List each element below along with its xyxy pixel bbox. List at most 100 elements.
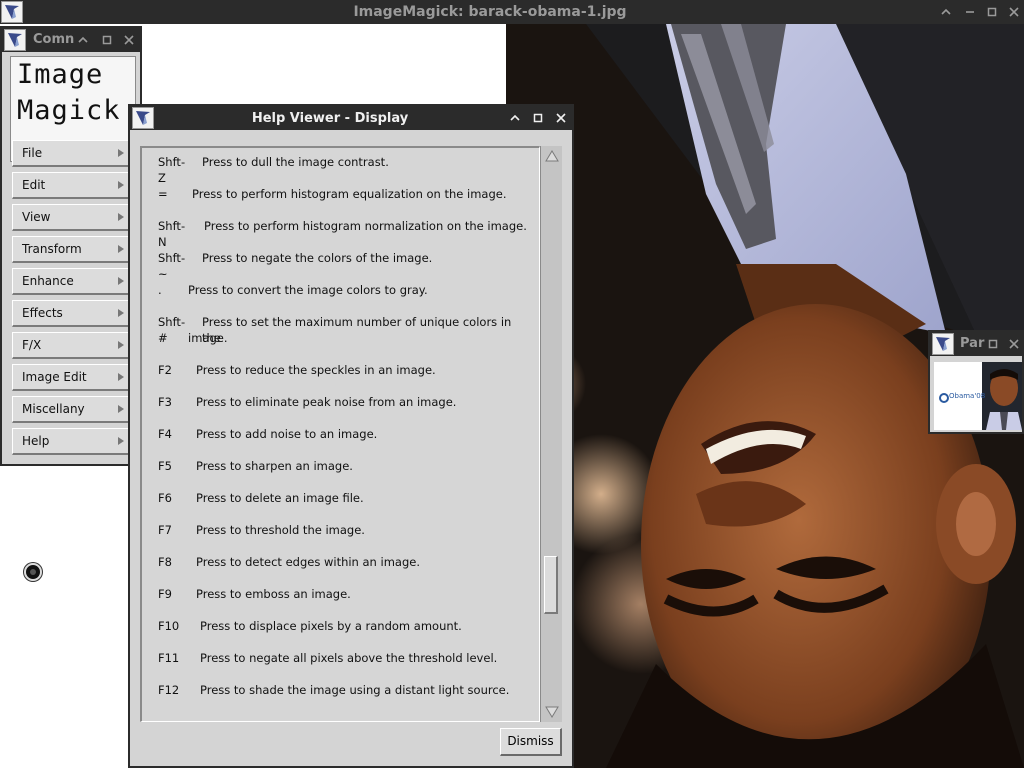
- help-key: F5: [158, 459, 172, 473]
- help-key: =: [158, 187, 168, 201]
- menu-label: Effects: [22, 306, 63, 320]
- help-key: F4: [158, 427, 172, 441]
- help-key: Shft-N: [158, 219, 186, 249]
- pan-window[interactable]: Par Obama'08: [928, 330, 1024, 434]
- close-icon[interactable]: [1006, 336, 1022, 352]
- help-key: F12: [158, 683, 180, 697]
- help-key: F11: [158, 651, 180, 665]
- help-scrollbar[interactable]: [540, 146, 562, 722]
- arrow-right-icon: [118, 405, 124, 413]
- help-key: F3: [158, 395, 172, 409]
- help-desc: Press to delete an image file.: [196, 491, 364, 505]
- help-key: F7: [158, 523, 172, 537]
- menu-enhance-button[interactable]: Enhance: [12, 268, 130, 295]
- menu-file-button[interactable]: File: [12, 140, 130, 167]
- imagemagick-logo-icon[interactable]: [932, 333, 954, 355]
- help-key: Shft-Z: [158, 155, 186, 185]
- help-desc: Press to threshold the image.: [196, 523, 365, 537]
- maximize-up-icon[interactable]: [75, 32, 91, 48]
- minimize-icon[interactable]: [962, 4, 978, 20]
- arrow-right-icon: [118, 373, 124, 381]
- restore-icon[interactable]: [985, 336, 1001, 352]
- arrow-right-icon: [118, 341, 124, 349]
- close-icon[interactable]: [553, 110, 569, 126]
- pan-title: Par: [960, 336, 985, 351]
- menu-miscellany-button[interactable]: Miscellany: [12, 396, 130, 423]
- help-text-area[interactable]: Shft-Z Press to dull the image contrast. …: [140, 146, 540, 722]
- help-desc: Press to eliminate peak noise from an im…: [196, 395, 457, 409]
- scrollbar-thumb[interactable]: [544, 556, 558, 614]
- help-desc: Press to perform histogram equalization …: [192, 187, 507, 201]
- logo-line-1: Image: [17, 59, 104, 90]
- help-viewer-window[interactable]: Help Viewer - Display Shft-Z Press to dul…: [128, 104, 574, 768]
- main-window-title: ImageMagick: barack-obama-1.jpg: [353, 4, 627, 20]
- help-desc: Press to convert the image colors to gra…: [188, 283, 428, 297]
- arrow-right-icon: [118, 149, 124, 157]
- menu-edit-button[interactable]: Edit: [12, 172, 130, 199]
- menu-label: Help: [22, 434, 50, 448]
- help-key: F8: [158, 555, 172, 569]
- help-desc: Press to add noise to an image.: [196, 427, 378, 441]
- help-desc: Press to sharpen an image.: [196, 459, 353, 473]
- menu-help-button[interactable]: Help: [12, 428, 130, 455]
- menu-label: Transform: [22, 242, 82, 256]
- arrow-right-icon: [118, 181, 124, 189]
- imagemagick-logo-icon[interactable]: [4, 29, 26, 51]
- commands-window[interactable]: Comn Image Magick File Edit View Transfo…: [0, 26, 142, 466]
- restore-icon[interactable]: [99, 32, 115, 48]
- arrow-right-icon: [118, 437, 124, 445]
- arrow-right-icon: [118, 309, 124, 317]
- help-key: Shft-~: [158, 251, 186, 281]
- menu-image-edit-button[interactable]: Image Edit: [12, 364, 130, 391]
- help-desc: Press to dull the image contrast.: [202, 155, 389, 169]
- help-desc: Press to negate all pixels above the thr…: [200, 651, 498, 665]
- help-desc: Press to emboss an image.: [196, 587, 351, 601]
- help-desc: Press to detect edges within an image.: [196, 555, 420, 569]
- commands-title: Comn: [33, 32, 75, 47]
- commands-titlebar[interactable]: Comn: [2, 28, 140, 52]
- help-desc: Press to perform histogram normalization…: [204, 219, 527, 233]
- arrow-right-icon: [118, 245, 124, 253]
- dismiss-button[interactable]: Dismiss: [500, 728, 562, 756]
- menu-label: View: [22, 210, 51, 224]
- menu-label: Miscellany: [22, 402, 85, 416]
- menu-label: F/X: [22, 338, 42, 352]
- menu-label: Image Edit: [22, 370, 87, 384]
- menu-effects-button[interactable]: Effects: [12, 300, 130, 327]
- help-key: F9: [158, 587, 172, 601]
- help-key: F10: [158, 619, 180, 633]
- imagemagick-logo-icon[interactable]: [132, 107, 154, 129]
- close-icon[interactable]: [121, 32, 137, 48]
- main-window-titlebar[interactable]: ImageMagick: barack-obama-1.jpg: [0, 0, 1024, 24]
- maximize-up-icon[interactable]: [507, 110, 523, 126]
- help-desc: Press to reduce the speckles in an image…: [196, 363, 436, 377]
- help-desc-continued: image.: [188, 331, 228, 345]
- restore-icon[interactable]: [984, 4, 1000, 20]
- scroll-up-icon[interactable]: [545, 150, 559, 165]
- help-key: .: [158, 283, 162, 297]
- scroll-down-icon[interactable]: [545, 706, 559, 721]
- help-desc: Press to displace pixels by a random amo…: [200, 619, 462, 633]
- menu-label: Enhance: [22, 274, 74, 288]
- help-viewer-title: Help Viewer - Display: [251, 111, 409, 126]
- menu-transform-button[interactable]: Transform: [12, 236, 130, 263]
- logo-line-2: Magick: [17, 95, 121, 126]
- arrow-right-icon: [118, 277, 124, 285]
- menu-view-button[interactable]: View: [12, 204, 130, 231]
- arrow-right-icon: [118, 213, 124, 221]
- pan-titlebar[interactable]: Par: [930, 332, 1024, 356]
- help-desc: Press to shade the image using a distant…: [200, 683, 510, 697]
- pan-thumbnail[interactable]: Obama'08: [934, 362, 1022, 430]
- thumbnail-logo-text: Obama'08: [949, 392, 986, 400]
- help-desc: Press to negate the colors of the image.: [202, 251, 433, 265]
- help-key: F6: [158, 491, 172, 505]
- menu-fx-button[interactable]: F/X: [12, 332, 130, 359]
- restore-icon[interactable]: [530, 110, 546, 126]
- maximize-up-icon[interactable]: [938, 4, 954, 20]
- menu-label: File: [22, 146, 43, 160]
- help-viewer-titlebar[interactable]: Help Viewer - Display: [130, 106, 572, 130]
- menu-label: Edit: [22, 178, 46, 192]
- help-key: Shft-#: [158, 315, 186, 345]
- help-key: F2: [158, 363, 172, 377]
- close-icon[interactable]: [1006, 4, 1022, 20]
